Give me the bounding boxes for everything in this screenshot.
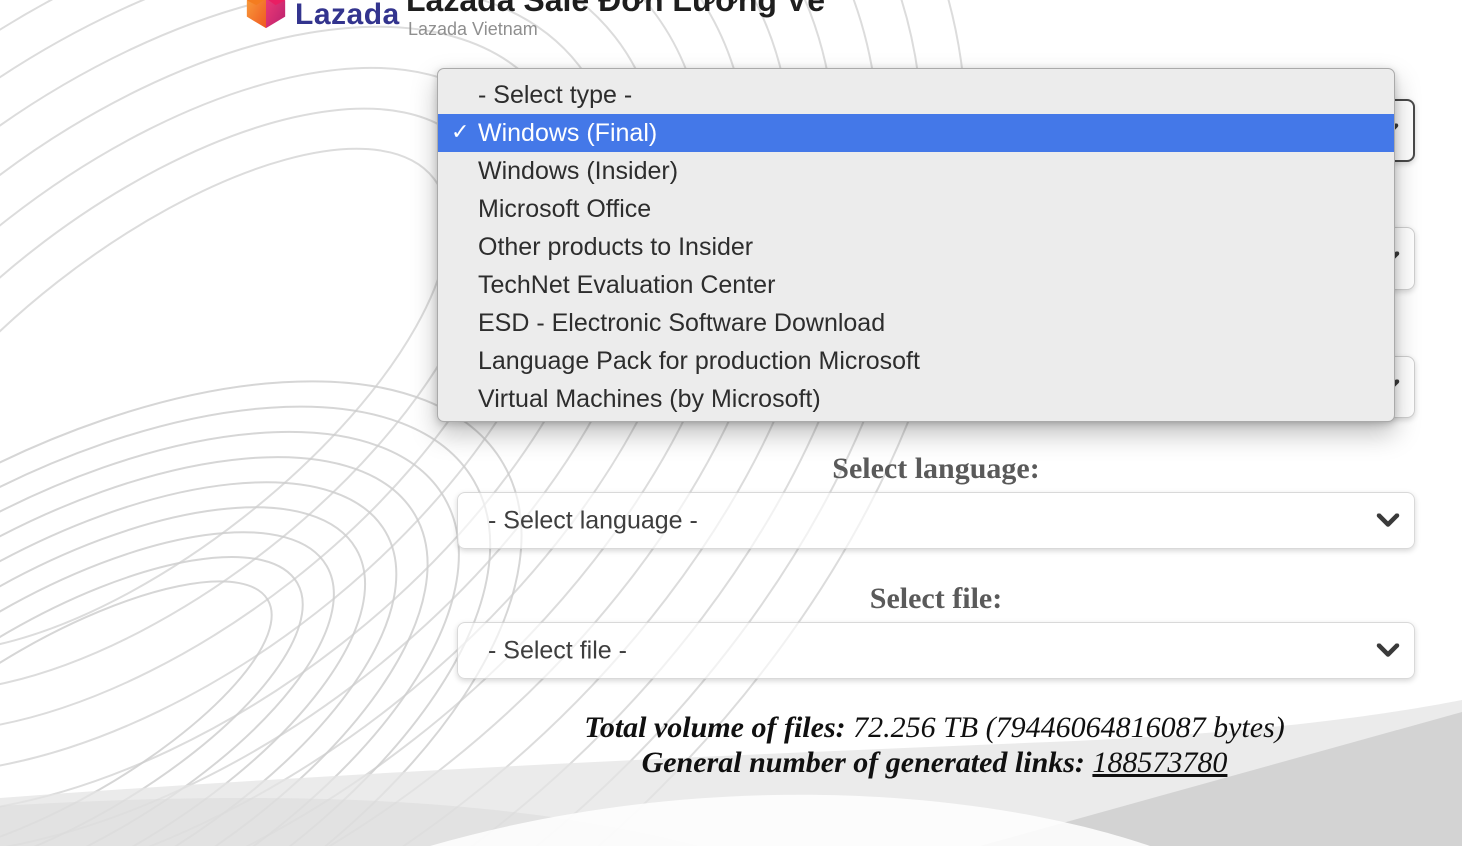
generated-links-count-link[interactable]: 188573780 <box>1092 746 1227 779</box>
file-select[interactable]: - Select file - <box>457 622 1415 679</box>
dropdown-option[interactable]: ✓ Other products to Insider <box>438 228 1394 266</box>
dropdown-option[interactable]: ✓ Language Pack for production Microsoft <box>438 342 1394 380</box>
chevron-down-icon <box>1376 643 1400 658</box>
file-heading: Select file: <box>457 582 1415 616</box>
generated-links-label: General number of generated links: <box>642 746 1093 779</box>
dropdown-option-label: Microsoft Office <box>478 195 651 224</box>
dropdown-option[interactable]: ✓ Virtual Machines (by Microsoft) <box>438 380 1394 418</box>
dropdown-option-label: ESD - Electronic Software Download <box>478 309 885 338</box>
language-select[interactable]: - Select language - <box>457 492 1415 549</box>
file-select-value: - Select file - <box>488 636 627 665</box>
ad-subtitle: Lazada Vietnam <box>408 19 538 40</box>
total-volume-value: 72.256 TB (79446064816087 bytes) <box>846 711 1285 744</box>
dropdown-option[interactable]: ✓ TechNet Evaluation Center <box>438 266 1394 304</box>
dropdown-option-label: Virtual Machines (by Microsoft) <box>478 385 821 414</box>
dropdown-option[interactable]: ✓ Windows (Insider) <box>438 152 1394 190</box>
ad-title[interactable]: Lazada Sale Đơn Lương Về <box>406 0 825 19</box>
dropdown-option[interactable]: ✓ Windows (Final) <box>438 114 1394 152</box>
lazada-brand-name[interactable]: Lazada <box>295 0 400 32</box>
dropdown-option-label: TechNet Evaluation Center <box>478 271 775 300</box>
dropdown-option-label: Windows (Insider) <box>478 157 678 186</box>
type-dropdown-popup: ✓ - Select type - ✓ Windows (Final) ✓ Wi… <box>437 68 1395 422</box>
dropdown-option-label: Other products to Insider <box>478 233 753 262</box>
dropdown-option-label: - Select type - <box>478 81 632 110</box>
lazada-logo-icon[interactable] <box>243 0 289 31</box>
dropdown-option[interactable]: ✓ Microsoft Office <box>438 190 1394 228</box>
dropdown-option[interactable]: ✓ - Select type - <box>438 76 1394 114</box>
chevron-down-icon <box>1376 513 1400 528</box>
generated-links-line: General number of generated links: 18857… <box>407 746 1462 780</box>
language-select-value: - Select language - <box>488 506 698 535</box>
dropdown-option[interactable]: ✓ ESD - Electronic Software Download <box>438 304 1394 342</box>
dropdown-option-label: Language Pack for production Microsoft <box>478 347 920 376</box>
language-heading: Select language: <box>457 452 1415 486</box>
total-volume-label: Total volume of files: <box>584 711 845 744</box>
checkmark-icon: ✓ <box>451 119 469 145</box>
total-volume-line: Total volume of files: 72.256 TB (794460… <box>407 711 1462 745</box>
dropdown-option-label: Windows (Final) <box>478 119 657 148</box>
